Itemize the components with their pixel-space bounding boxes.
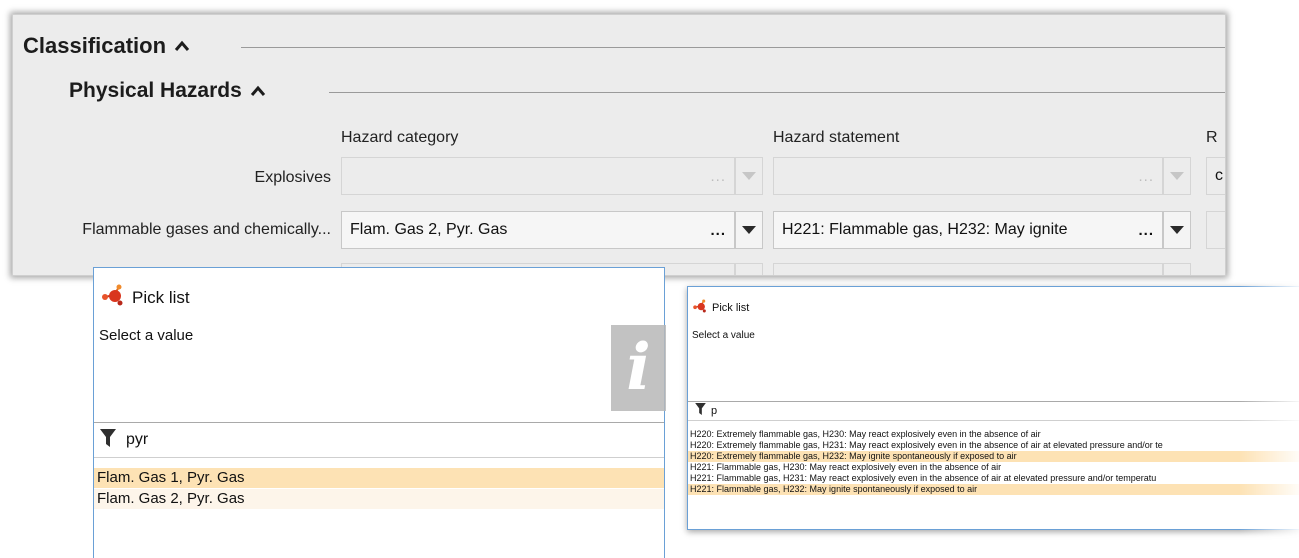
picklist-dialog-statement: Pick list Select a value p H220: Extreme… — [687, 286, 1299, 530]
filter-input[interactable]: pyr — [126, 431, 148, 449]
explosives-category-dropdown — [735, 157, 763, 195]
physical-hazards-title: Physical Hazards — [69, 79, 242, 102]
physical-hazards-header[interactable]: Physical Hazards — [69, 79, 266, 103]
explosives-hazard-category-field: ... — [341, 157, 735, 195]
filter-input[interactable]: p — [711, 405, 717, 417]
picklist-title: Pick list — [132, 287, 190, 307]
list-item[interactable]: H221: Flammable gas, H232: May ignite sp… — [688, 484, 1299, 495]
triangle-down-icon — [742, 226, 756, 234]
row-label-flammable-gases: Flammable gases and chemically... — [82, 221, 331, 238]
funnel-icon — [100, 428, 116, 452]
physical-hazards-divider — [329, 92, 1225, 93]
list-item[interactable]: Flam. Gas 2, Pyr. Gas — [94, 489, 664, 509]
picklist-dialog-category: Pick list Select a value pyr Flam. Gas 1… — [93, 267, 665, 558]
flammable-gases-category-dropdown[interactable] — [735, 211, 763, 249]
picklist-prompt: Select a value — [692, 330, 755, 341]
next-row-category-dropdown — [735, 263, 763, 275]
flammable-gases-statement-dropdown[interactable] — [1163, 211, 1191, 249]
flammable-gases-third-field — [1206, 211, 1225, 249]
explosives-statement-dropdown — [1163, 157, 1191, 195]
explosives-third-field: c — [1206, 157, 1225, 195]
list-item[interactable]: H220: Extremely flammable gas, H231: May… — [688, 440, 1299, 451]
chevron-up-icon[interactable] — [250, 85, 266, 97]
classification-panel: Classification Physical Hazards Hazard c… — [12, 14, 1226, 276]
chevron-up-icon[interactable] — [174, 40, 190, 52]
next-row-statement-dropdown — [1163, 263, 1191, 275]
pick-list-molecule-icon — [100, 284, 126, 311]
flammable-gases-hazard-category-field[interactable]: Flam. Gas 2, Pyr. Gas ... — [341, 211, 735, 249]
ellipsis-button: ... — [1138, 168, 1154, 185]
column-header-hazard-statement: Hazard statement — [773, 129, 900, 146]
classification-header[interactable]: Classification — [23, 33, 190, 59]
filter-bar[interactable]: p — [688, 401, 1299, 421]
pick-list-molecule-icon — [692, 299, 708, 316]
picklist-title-bar: Pick list — [100, 284, 190, 311]
triangle-down-icon — [1170, 172, 1184, 180]
filter-bar[interactable]: pyr — [94, 422, 664, 458]
classification-divider — [241, 47, 1225, 48]
picklist-prompt: Select a value — [99, 327, 194, 344]
triangle-down-icon — [1170, 226, 1184, 234]
funnel-icon — [695, 402, 706, 420]
classification-title: Classification — [23, 33, 167, 58]
picklist-title-bar: Pick list — [692, 299, 749, 316]
flammable-gases-hazard-statement-field[interactable]: H221: Flammable gas, H232: May ignite ..… — [773, 211, 1163, 249]
triangle-down-icon — [742, 172, 756, 180]
picklist-title: Pick list — [712, 301, 750, 314]
list-item[interactable]: H221: Flammable gas, H231: May react exp… — [688, 473, 1299, 484]
column-header-hazard-category: Hazard category — [341, 129, 459, 146]
list-item[interactable]: H221: Flammable gas, H230: May react exp… — [688, 462, 1299, 473]
column-header-third: R — [1206, 129, 1218, 146]
explosives-hazard-statement-field: ... — [773, 157, 1163, 195]
list-item[interactable]: H220: Extremely flammable gas, H232: May… — [688, 451, 1299, 462]
list-item[interactable]: H220: Extremely flammable gas, H230: May… — [688, 429, 1299, 440]
next-row-statement-field — [773, 263, 1163, 275]
info-icon: i — [611, 325, 666, 411]
row-label-explosives: Explosives — [254, 169, 331, 186]
ellipsis-button[interactable]: ... — [1138, 222, 1154, 239]
list-item[interactable]: Flam. Gas 1, Pyr. Gas — [94, 468, 664, 488]
ellipsis-button: ... — [710, 168, 726, 185]
ellipsis-button[interactable]: ... — [710, 222, 726, 239]
